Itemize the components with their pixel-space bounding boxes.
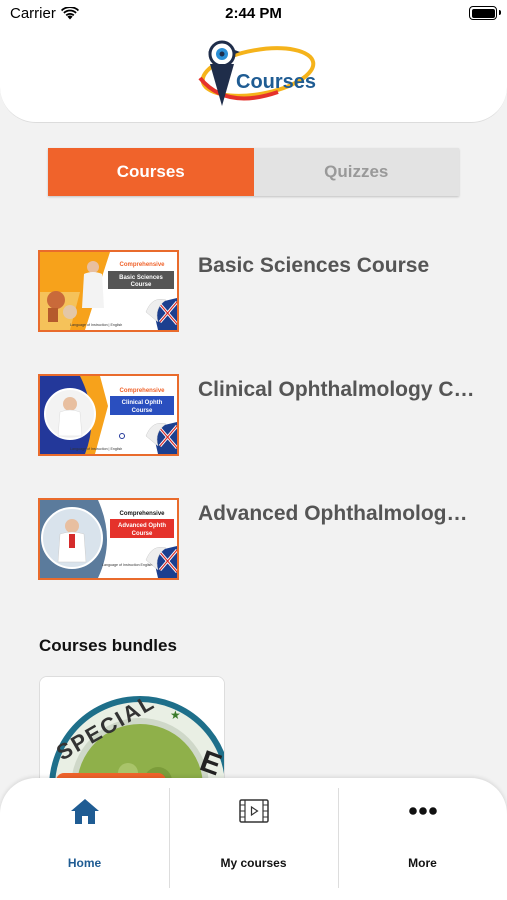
course-thumbnail: Comprehensive Clinical Ophth Course Lang… <box>38 374 179 456</box>
thumb-footer: Language of Instruction | English <box>70 447 122 451</box>
tab-more[interactable]: More <box>338 778 507 900</box>
status-bar: Carrier 2:44 PM <box>0 0 507 28</box>
svg-text:Course: Course <box>131 282 152 288</box>
segment-quizzes[interactable]: Quizzes <box>253 148 459 196</box>
bundles-section-title: Courses bundles <box>39 636 177 655</box>
course-thumbnail: Comprehensive Advanced Ophth Course Lang… <box>38 498 179 580</box>
svg-text:Basic Sciences: Basic Sciences <box>119 275 163 281</box>
course-thumbnail: Comprehensive Basic Sciences Course Lang… <box>38 250 179 332</box>
tab-more-label: More <box>408 856 437 870</box>
svg-text:Advanced Ophth: Advanced Ophth <box>118 523 166 529</box>
thumb-heading: Comprehensive <box>119 262 165 268</box>
tab-home-label: Home <box>67 856 102 870</box>
thumb-heading: Comprehensive <box>119 388 165 394</box>
svg-text:Course: Course <box>132 408 153 414</box>
battery-icon <box>469 6 501 20</box>
svg-text:★: ★ <box>170 708 181 722</box>
course-item[interactable]: Comprehensive Clinical Ophth Course Lang… <box>38 374 478 456</box>
segment-courses[interactable]: Courses <box>48 148 254 196</box>
course-title: Basic Sciences Course <box>198 254 430 277</box>
thumb-heading: Comprehensive <box>119 511 165 517</box>
svg-text:Course: Course <box>132 531 153 537</box>
tab-my-courses[interactable]: My courses <box>169 778 338 900</box>
more-icon <box>408 807 437 815</box>
thumb-footer: Language of Instruction | English <box>70 323 122 327</box>
course-item[interactable]: Comprehensive Advanced Ophth Course Lang… <box>38 498 478 580</box>
thumb-footer: Language of Instruction English <box>102 563 152 567</box>
tab-my-courses-label: My courses <box>220 856 287 870</box>
clock: 2:44 PM <box>225 5 282 22</box>
course-title: Advanced Ophthalmology Course <box>198 502 478 525</box>
logo-text: Courses <box>236 71 316 93</box>
film-icon <box>238 799 269 823</box>
segmented-control: Courses Quizzes <box>48 148 459 196</box>
tab-home[interactable]: Home <box>0 778 169 900</box>
course-title: Clinical Ophthalmology Course <box>198 378 478 401</box>
course-item[interactable]: Comprehensive Basic Sciences Course Lang… <box>38 250 478 332</box>
courses-logo: Courses <box>198 40 316 106</box>
bottom-tab-bar: Home My courses More <box>0 778 507 900</box>
home-icon <box>70 799 99 824</box>
svg-text:Clinical Ophth: Clinical Ophth <box>122 400 163 406</box>
